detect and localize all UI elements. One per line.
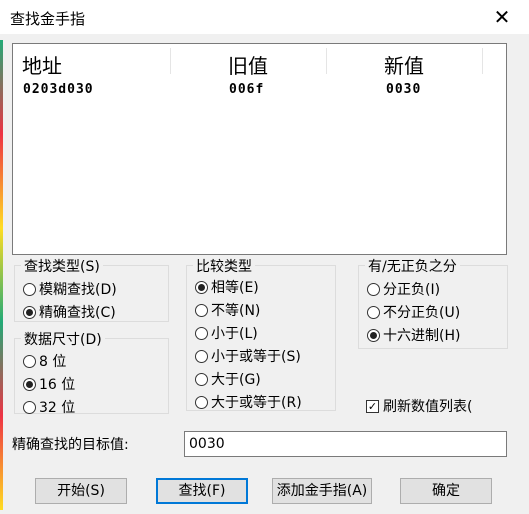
compare-type-group: 比较类型 相等(E) 不等(N) 小于(L) 小于或等于(S) 大于(G) 大于… [186, 256, 336, 412]
radio-less-or-equal[interactable]: 小于或等于(S) [195, 346, 301, 366]
column-divider[interactable] [482, 48, 483, 74]
cell-old-value: 006f [229, 82, 265, 97]
column-old-value[interactable]: 旧值 [228, 50, 268, 79]
radio-button[interactable] [195, 326, 208, 340]
search-type-label: 查找类型(S) [21, 256, 103, 276]
radio-less-than[interactable]: 小于(L) [195, 323, 258, 343]
radio-button[interactable] [195, 303, 208, 317]
sign-group: 有/无正负之分 分正负(I) 不分正负(U) 十六进制(H) [358, 256, 508, 349]
target-value-label: 精确查找的目标值: [12, 437, 129, 453]
start-button[interactable]: 开始(S) [35, 478, 127, 504]
window-title: 查找金手指 [10, 10, 86, 28]
radio-button[interactable] [367, 305, 380, 319]
close-icon: ✕ [493, 5, 511, 29]
radio-exact-search[interactable]: 精确查找(C) [23, 302, 116, 322]
radio-equal[interactable]: 相等(E) [195, 277, 259, 297]
compare-type-label: 比较类型 [193, 256, 255, 276]
search-type-group: 查找类型(S) 模糊查找(D) 精确查找(C) [14, 256, 169, 322]
radio-button[interactable] [195, 372, 208, 386]
radio-signed[interactable]: 分正负(I) [367, 279, 440, 299]
column-divider[interactable] [170, 48, 171, 74]
radio-button[interactable] [367, 328, 380, 342]
radio-greater-than[interactable]: 大于(G) [195, 369, 261, 389]
radio-greater-or-equal[interactable]: 大于或等于(R) [195, 392, 302, 412]
radio-size-16[interactable]: 16 位 [23, 374, 75, 394]
radio-size-32[interactable]: 32 位 [23, 397, 75, 417]
ok-button[interactable]: 确定 [400, 478, 492, 504]
radio-button[interactable] [195, 349, 208, 363]
add-cheat-button[interactable]: 添加金手指(A) [272, 478, 372, 504]
radio-hex[interactable]: 十六进制(H) [367, 325, 460, 345]
list-header: 地址 旧值 新值 [13, 44, 506, 78]
radio-button[interactable] [23, 400, 36, 414]
radio-button[interactable] [367, 282, 380, 296]
radio-button[interactable] [23, 377, 36, 391]
desktop-edge [0, 40, 3, 510]
radio-button[interactable] [195, 395, 208, 409]
radio-fuzzy-search[interactable]: 模糊查找(D) [23, 279, 117, 299]
radio-button[interactable] [23, 282, 36, 296]
radio-unsigned[interactable]: 不分正负(U) [367, 302, 460, 322]
radio-not-equal[interactable]: 不等(N) [195, 300, 260, 320]
radio-size-8[interactable]: 8 位 [23, 351, 66, 371]
sign-label: 有/无正负之分 [365, 256, 460, 276]
refresh-list-checkbox[interactable]: ✓ 刷新数值列表( [366, 396, 472, 416]
radio-button[interactable] [195, 280, 208, 294]
column-new-value[interactable]: 新值 [384, 50, 424, 79]
data-size-label: 数据尺寸(D) [21, 329, 105, 349]
find-button[interactable]: 查找(F) [156, 478, 248, 504]
checkbox[interactable]: ✓ [366, 399, 379, 413]
radio-button[interactable] [23, 354, 36, 368]
column-divider[interactable] [326, 48, 327, 74]
results-list[interactable]: 地址 旧值 新值 0203d030 006f 0030 [12, 43, 507, 255]
target-value-input[interactable] [184, 431, 507, 457]
data-size-group: 数据尺寸(D) 8 位 16 位 32 位 [14, 329, 169, 417]
cell-new-value: 0030 [386, 82, 422, 97]
column-address[interactable]: 地址 [22, 50, 62, 79]
title-bar: 查找金手指 ✕ [0, 0, 529, 34]
radio-button[interactable] [23, 305, 36, 319]
table-row[interactable]: 0203d030 006f 0030 [13, 82, 506, 102]
cell-address: 0203d030 [23, 82, 94, 97]
checkmark-icon: ✓ [367, 399, 378, 413]
close-button[interactable]: ✕ [489, 4, 515, 30]
